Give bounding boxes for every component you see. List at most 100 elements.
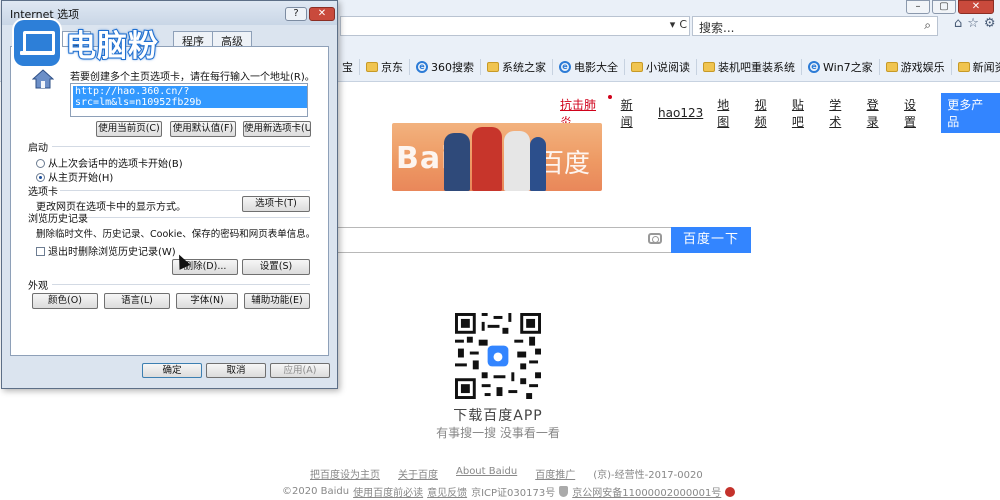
police-badge-icon (725, 486, 736, 497)
folder-icon (487, 62, 499, 72)
history-description: 删除临时文件、历史记录、Cookie、保存的密码和网页表单信息。 (36, 229, 316, 240)
bookmark-label: 京东 (381, 61, 403, 74)
startup-section-title: 启动 (28, 143, 48, 154)
doodle-figure (472, 127, 502, 191)
close-window-button[interactable]: ✕ (958, 0, 994, 14)
footer-link-must-read[interactable]: 使用百度前必读 (353, 484, 423, 499)
footer-link-about-en[interactable]: About Baidu (456, 466, 517, 481)
download-app-title: 下载百度APP (453, 408, 543, 424)
languages-button[interactable]: 语言(L) (104, 293, 170, 309)
delete-history-on-exit-checkbox[interactable]: 退出时删除浏览历史记录(W) (36, 243, 176, 258)
bookmark-item[interactable]: 小说阅读 (629, 59, 697, 75)
section-divider (60, 190, 310, 191)
nav-link-news[interactable]: 新闻 (621, 96, 644, 130)
footer-link-about[interactable]: 关于百度 (398, 466, 438, 481)
nav-link-settings[interactable]: 设置 (904, 96, 927, 130)
footer-license: (京)-经营性-2017-0020 (593, 470, 703, 481)
bookmark-label: 系统之家 (502, 61, 546, 74)
folder-icon (366, 62, 378, 72)
folder-icon (703, 62, 715, 72)
nav-link-video[interactable]: 视频 (755, 96, 778, 130)
browser-search-input[interactable]: 搜索... ⌕ (692, 16, 938, 36)
baidu-search-input[interactable] (335, 227, 672, 253)
bookmark-label: 电影大全 (574, 61, 618, 74)
bookmark-item[interactable]: 游戏娱乐 (884, 59, 952, 75)
tabs-section-title: 选项卡 (28, 187, 58, 198)
doodle-figure (504, 131, 530, 191)
section-divider (52, 284, 310, 285)
download-app-subtitle: 有事搜一搜 没事看一看 (436, 426, 560, 440)
use-new-tab-button[interactable]: 使用新选项卡(U) (243, 121, 311, 137)
appearance-section-title: 外观 (28, 281, 48, 292)
bookmark-label: Win7之家 (823, 61, 873, 74)
favorites-bar: 宝 京东 e 360搜索 系统之家 e 电影大全 小说阅读 装机吧重装系统 e Win… (340, 57, 1000, 77)
footer-link-police[interactable]: 京公网安备11000002000001号 (572, 484, 721, 499)
address-bar[interactable]: ▾ C (340, 16, 690, 36)
homepage-description: 若要创建多个主页选项卡，请在每行输入一个地址(R)。 (70, 72, 315, 83)
fonts-button[interactable]: 字体(N) (176, 293, 238, 309)
nav-link-hao123[interactable]: hao123 (658, 106, 703, 120)
bookmark-item[interactable]: 新闻资讯 (956, 59, 1000, 75)
bookmark-item[interactable]: 系统之家 (485, 59, 553, 75)
homepage-url-textarea[interactable]: http://hao.360.cn/?src=lm&ls=n10952fb29b (70, 83, 308, 117)
star-icon[interactable]: ☆ (967, 16, 979, 31)
startup-option-last-session[interactable]: 从上次会话中的选项卡开始(B) (36, 155, 183, 170)
ok-button[interactable]: 确定 (142, 363, 202, 378)
bookmark-label: 360搜索 (431, 61, 474, 74)
nav-link-xueshu[interactable]: 学术 (829, 96, 852, 130)
baidu-search-button[interactable]: 百度一下 (671, 227, 751, 253)
bookmark-item[interactable]: e 360搜索 (414, 59, 481, 75)
watermark-logo-text: 电脑粉 (65, 28, 159, 65)
dialog-help-button[interactable]: ? (285, 7, 307, 21)
dialog-close-button[interactable]: ✕ (309, 7, 335, 21)
accessibility-button[interactable]: 辅助功能(E) (244, 293, 310, 309)
camera-icon[interactable] (648, 233, 662, 244)
folder-icon (631, 62, 643, 72)
checkbox-icon (36, 247, 45, 256)
laptop-icon (14, 20, 60, 66)
bookmark-item[interactable]: 装机吧重装系统 (701, 59, 802, 75)
footer-icp: 京ICP证030173号 (471, 488, 556, 499)
browser-search-placeholder: 搜索... (699, 21, 735, 35)
section-divider (88, 217, 310, 218)
dropdown-icon[interactable]: ▾ (670, 18, 676, 31)
nav-link-map[interactable]: 地图 (717, 96, 740, 130)
homepage-url-value: http://hao.360.cn/?src=lm&ls=n10952fb29b (73, 86, 307, 108)
footer-link-set-home[interactable]: 把百度设为主页 (310, 466, 380, 481)
nav-link-tieba[interactable]: 贴吧 (792, 96, 815, 130)
use-current-button[interactable]: 使用当前页(C) (96, 121, 162, 137)
bookmark-item[interactable]: 京东 (364, 59, 410, 75)
cancel-button[interactable]: 取消 (206, 363, 266, 378)
history-settings-button[interactable]: 设置(S) (242, 259, 310, 275)
delete-history-on-exit-label: 退出时删除浏览历史记录(W) (48, 247, 176, 258)
use-default-button[interactable]: 使用默认值(F) (170, 121, 236, 137)
bookmark-item[interactable]: e 电影大全 (557, 59, 625, 75)
browser-tool-icons: ⌂ ☆ ⚙ ☺ (954, 16, 1000, 31)
tabs-settings-button[interactable]: 选项卡(T) (242, 196, 310, 212)
home-icon[interactable]: ⌂ (954, 16, 962, 31)
footer-legal: ©2020 Baidu 使用百度前必读 意见反馈 京ICP证030173号 京公… (282, 484, 736, 499)
minimize-button[interactable]: – (906, 0, 930, 14)
gear-icon[interactable]: ⚙ (984, 16, 996, 31)
bookmark-item[interactable]: 宝 (340, 59, 360, 75)
bookmark-label: 新闻资讯 (972, 61, 1000, 74)
maximize-button[interactable]: ▢ (932, 0, 956, 14)
footer-link-feedback[interactable]: 意见反馈 (427, 484, 467, 499)
search-icon[interactable]: ⌕ (924, 18, 931, 33)
more-products-button[interactable]: 更多产品 (941, 93, 1000, 133)
startup-option-home[interactable]: 从主页开始(H) (36, 169, 113, 184)
ie-icon: e (416, 61, 428, 73)
window-controls: – ▢ ✕ (906, 0, 994, 14)
baidu-doodle-logo[interactable]: Bai 百度 (392, 123, 602, 191)
baidu-top-nav: 抗击肺炎 新闻 hao123 地图 视频 贴吧 学术 登录 设置 更多产品 (560, 93, 1000, 133)
bookmark-item[interactable]: e Win7之家 (806, 59, 880, 75)
refresh-icon[interactable]: C (679, 18, 687, 31)
doodle-figure (444, 133, 470, 191)
apply-button[interactable]: 应用(A) (270, 363, 330, 378)
bookmark-label: 宝 (342, 61, 353, 74)
footer-link-promotion[interactable]: 百度推广 (535, 466, 575, 481)
colors-button[interactable]: 颜色(O) (32, 293, 98, 309)
nav-link-login[interactable]: 登录 (867, 96, 890, 130)
folder-icon (957, 62, 970, 72)
bookmark-label: 装机吧重装系统 (718, 61, 795, 74)
